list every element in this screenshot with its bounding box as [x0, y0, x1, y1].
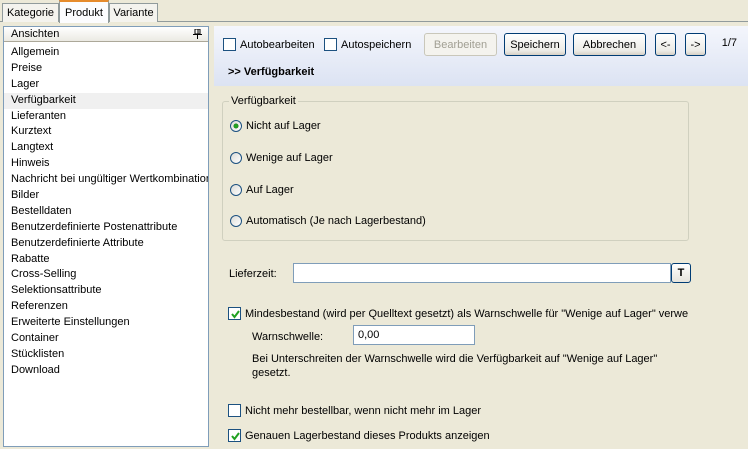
- toolbar: Autobearbeiten Autospeichern Bearbeiten …: [214, 26, 748, 86]
- genauer-bestand-option[interactable]: Genauen Lagerbestand dieses Produkts anz…: [228, 429, 490, 442]
- genauer-bestand-label: Genauen Lagerbestand dieses Produkts anz…: [245, 429, 490, 442]
- sidebar-item-allgemein[interactable]: Allgemein: [4, 45, 208, 61]
- sidebar-item-bilder[interactable]: Bilder: [4, 188, 208, 204]
- radio-button-selected[interactable]: [230, 120, 242, 132]
- sidebar-item-selektionsattribute[interactable]: Selektionsattribute: [4, 283, 208, 299]
- nicht-bestellbar-checkbox[interactable]: [228, 404, 241, 417]
- sidebar-item-stuecklisten[interactable]: Stücklisten: [4, 347, 208, 363]
- autobearbeiten-checkbox[interactable]: [223, 38, 236, 51]
- radio-label: Nicht auf Lager: [246, 120, 321, 132]
- sidebar-item-cross-selling[interactable]: Cross-Selling: [4, 267, 208, 283]
- sidebar-item-preise[interactable]: Preise: [4, 61, 208, 77]
- autospeichern-label: Autospeichern: [341, 38, 412, 51]
- warnschwelle-label: Warnschwelle:: [252, 331, 324, 343]
- nicht-bestellbar-option[interactable]: Nicht mehr bestellbar, wenn nicht mehr i…: [228, 404, 481, 417]
- section-title: >> Verfügbarkeit: [228, 66, 315, 78]
- tab-bar: Kategorie Produkt Variante: [0, 0, 748, 23]
- radio-label: Auf Lager: [246, 184, 294, 196]
- radio-button[interactable]: [230, 152, 242, 164]
- lieferzeit-label: Lieferzeit:: [229, 268, 277, 280]
- nicht-bestellbar-label: Nicht mehr bestellbar, wenn nicht mehr i…: [245, 404, 481, 417]
- speichern-button[interactable]: Speichern: [504, 33, 566, 56]
- warnschwelle-hint: Bei Unterschreiten der Warnschwelle wird…: [252, 352, 657, 380]
- autobearbeiten-label: Autobearbeiten: [240, 38, 315, 51]
- views-list: Allgemein Preise Lager Verfügbarkeit Lie…: [4, 42, 208, 379]
- checkmark-icon: [231, 432, 240, 441]
- autospeichern-option[interactable]: Autospeichern: [324, 38, 411, 51]
- sidebar-item-referenzen[interactable]: Referenzen: [4, 299, 208, 315]
- sidebar-item-verfuegbarkeit[interactable]: Verfügbarkeit: [4, 92, 208, 109]
- abbrechen-button[interactable]: Abbrechen: [573, 33, 646, 56]
- sidebar-item-download[interactable]: Download: [4, 363, 208, 379]
- mindestbestand-option[interactable]: Mindesbestand (wird per Quelltext gesetz…: [228, 307, 688, 320]
- warnschwelle-input[interactable]: 0,00: [353, 325, 475, 345]
- tab-variante[interactable]: Variante: [109, 3, 158, 22]
- warnschwelle-hint-line2: gesetzt.: [252, 367, 291, 379]
- sidebar-item-container[interactable]: Container: [4, 331, 208, 347]
- genauer-bestand-checkbox[interactable]: [228, 429, 241, 442]
- page-indicator: 1/7: [721, 37, 737, 49]
- radio-nicht-auf-lager[interactable]: Nicht auf Lager: [230, 120, 321, 132]
- lieferzeit-input[interactable]: [293, 263, 671, 283]
- sidebar-item-erweiterte-einstellungen[interactable]: Erweiterte Einstellungen: [4, 315, 208, 331]
- sidebar-item-langtext[interactable]: Langtext: [4, 140, 208, 156]
- next-button[interactable]: ->: [685, 33, 706, 56]
- views-panel: Ansichten Allgemein Preise Lager Verfügb…: [3, 26, 209, 447]
- sidebar-item-attribute[interactable]: Benutzerdefinierte Attribute: [4, 236, 208, 252]
- autobearbeiten-option[interactable]: Autobearbeiten: [223, 38, 315, 51]
- radio-wenige-auf-lager[interactable]: Wenige auf Lager: [230, 152, 333, 164]
- views-panel-title: Ansichten: [11, 28, 60, 40]
- warnschwelle-hint-line1: Bei Unterschreiten der Warnschwelle wird…: [252, 353, 658, 365]
- sidebar-item-bestelldaten[interactable]: Bestelldaten: [4, 204, 208, 220]
- radio-button[interactable]: [230, 184, 242, 196]
- sidebar-item-hinweis[interactable]: Hinweis: [4, 156, 208, 172]
- radio-button[interactable]: [230, 215, 242, 227]
- bearbeiten-button[interactable]: Bearbeiten: [424, 33, 497, 56]
- sidebar-item-nachricht[interactable]: Nachricht bei ungültiger Wertkombination: [4, 172, 208, 188]
- availability-group-legend: Verfügbarkeit: [229, 95, 298, 107]
- tab-produkt[interactable]: Produkt: [59, 0, 109, 23]
- radio-label: Automatisch (Je nach Lagerbestand): [246, 215, 426, 227]
- sidebar-item-lager[interactable]: Lager: [4, 77, 208, 93]
- checkmark-icon: [231, 310, 240, 319]
- radio-label: Wenige auf Lager: [246, 152, 333, 164]
- views-panel-header: Ansichten: [4, 27, 208, 42]
- mindestbestand-checkbox[interactable]: [228, 307, 241, 320]
- text-format-button[interactable]: T: [671, 263, 691, 283]
- radio-automatisch[interactable]: Automatisch (Je nach Lagerbestand): [230, 215, 426, 227]
- mindestbestand-label: Mindesbestand (wird per Quelltext gesetz…: [245, 307, 688, 320]
- pin-icon[interactable]: [193, 28, 202, 39]
- radio-auf-lager[interactable]: Auf Lager: [230, 184, 294, 196]
- sidebar-item-lieferanten[interactable]: Lieferanten: [4, 109, 208, 125]
- detail-panel: Autobearbeiten Autospeichern Bearbeiten …: [214, 26, 748, 449]
- sidebar-item-kurztext[interactable]: Kurztext: [4, 124, 208, 140]
- sidebar-item-postenattribute[interactable]: Benutzerdefinierte Postenattribute: [4, 220, 208, 236]
- autospeichern-checkbox[interactable]: [324, 38, 337, 51]
- previous-button[interactable]: <-: [655, 33, 676, 56]
- sidebar-item-rabatte[interactable]: Rabatte: [4, 252, 208, 268]
- availability-group: Verfügbarkeit Nicht auf Lager Wenige auf…: [222, 95, 689, 241]
- tab-kategorie[interactable]: Kategorie: [2, 3, 59, 22]
